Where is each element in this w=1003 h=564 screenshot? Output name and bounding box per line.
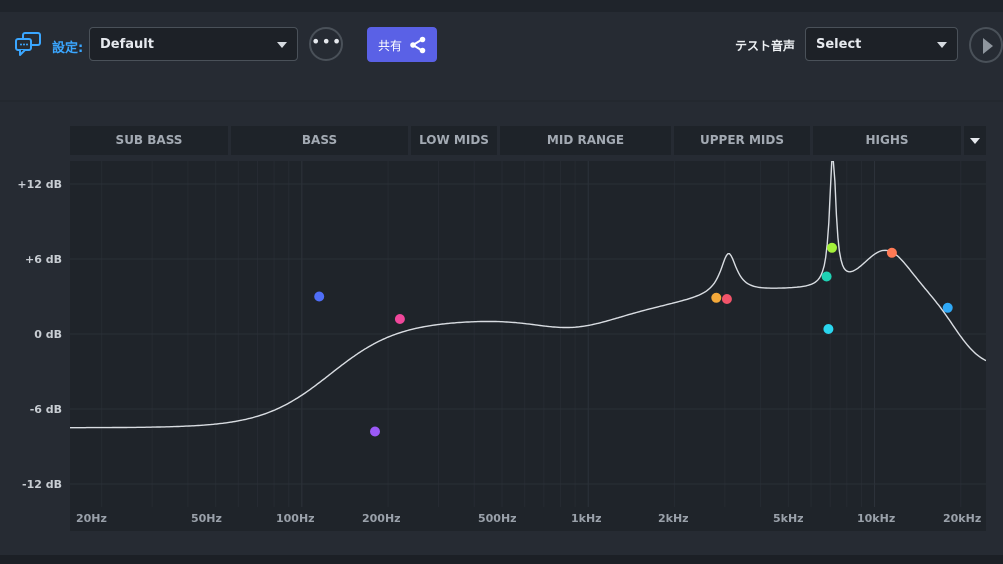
eq-point-4[interactable] <box>711 292 722 303</box>
share-button-label: 共有 <box>378 39 403 53</box>
ellipsis-icon: ••• <box>311 32 343 51</box>
eq-graph[interactable] <box>70 160 987 507</box>
top-strip <box>0 0 1003 12</box>
eq-point-2[interactable] <box>370 426 380 437</box>
grid-lines <box>70 161 986 507</box>
eq-point-7[interactable] <box>823 324 834 334</box>
chevron-down-icon <box>970 138 980 144</box>
eq-point-1[interactable] <box>314 291 325 302</box>
share-button[interactable]: 共有 <box>367 27 437 62</box>
y-label-plus-12: +12 dB <box>17 178 62 191</box>
y-label-0: 0 dB <box>34 328 62 341</box>
more-options-button[interactable]: ••• <box>309 27 343 61</box>
band-tab-upper-mids[interactable]: UPPER MIDS <box>674 126 810 155</box>
y-label-minus-12: -12 dB <box>22 478 62 491</box>
band-tab-sub-bass[interactable]: SUB BASS <box>70 126 228 155</box>
chat-bubbles-icon[interactable] <box>14 32 42 56</box>
x-label-10khz: 10kHz <box>857 512 896 525</box>
x-label-20khz: 20kHz <box>943 512 982 525</box>
x-label-20hz: 20Hz <box>76 512 107 525</box>
band-tab-low-mids[interactable]: LOW MIDS <box>411 126 497 155</box>
eq-point-3[interactable] <box>394 314 405 324</box>
play-icon <box>983 38 993 54</box>
test-audio-label: テスト音声 <box>735 39 796 53</box>
band-tab-highs[interactable]: HIGHS <box>813 126 961 155</box>
band-tab-bass[interactable]: BASS <box>231 126 408 155</box>
chevron-down-icon <box>937 42 947 48</box>
preset-label: 設定: <box>52 41 84 56</box>
eq-point-5[interactable] <box>721 294 732 304</box>
x-label-100hz: 100Hz <box>276 512 315 525</box>
eq-point-9[interactable] <box>886 247 897 258</box>
divider <box>0 100 1003 102</box>
play-button[interactable] <box>969 27 1003 63</box>
band-tab-mid-range[interactable]: MID RANGE <box>500 126 671 155</box>
test-audio-dropdown[interactable]: Select <box>805 27 958 61</box>
test-audio-value: Select <box>816 37 862 52</box>
chevron-down-icon <box>277 42 287 48</box>
bottom-bar <box>0 555 1003 564</box>
eq-point-10[interactable] <box>942 302 953 313</box>
preset-value: Default <box>100 37 154 52</box>
x-label-50hz: 50Hz <box>191 512 222 525</box>
eq-graph-canvas <box>70 160 987 507</box>
preset-dropdown[interactable]: Default <box>89 27 298 61</box>
x-label-200hz: 200Hz <box>362 512 401 525</box>
x-label-1khz: 1kHz <box>571 512 602 525</box>
x-label-5khz: 5kHz <box>773 512 804 525</box>
eq-curve <box>70 160 987 429</box>
eq-point-6[interactable] <box>821 271 832 282</box>
eq-points <box>314 242 953 437</box>
eq-point-8[interactable] <box>827 242 837 253</box>
x-label-2khz: 2kHz <box>658 512 689 525</box>
y-label-plus-6: +6 dB <box>25 253 62 266</box>
x-label-500hz: 500Hz <box>478 512 517 525</box>
band-expand-button[interactable] <box>964 126 986 155</box>
y-label-minus-6: -6 dB <box>29 403 62 416</box>
share-icon <box>410 36 426 54</box>
